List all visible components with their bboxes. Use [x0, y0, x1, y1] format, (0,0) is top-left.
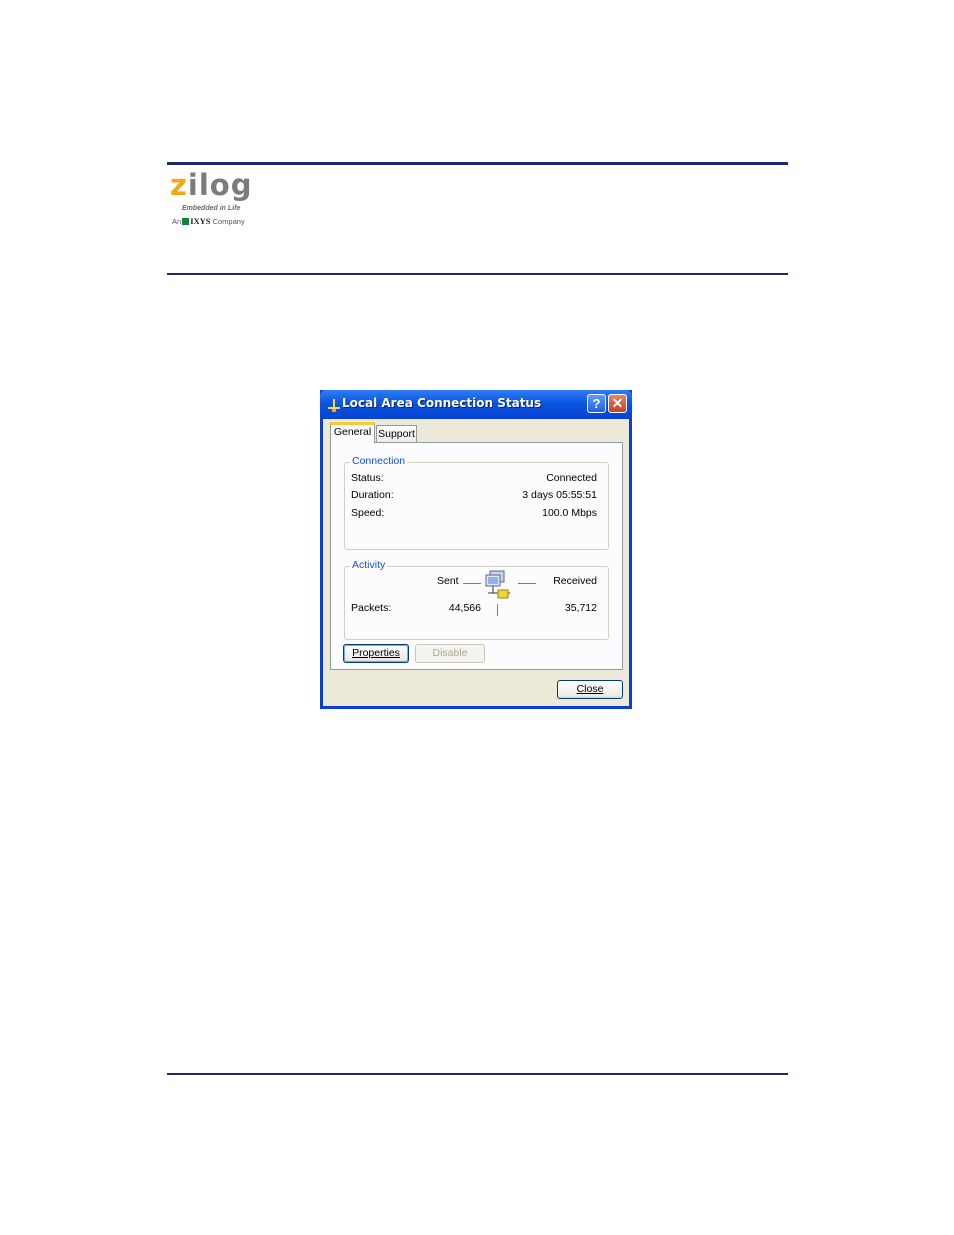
status-label: Status:: [351, 472, 384, 484]
help-icon: ?: [592, 396, 601, 411]
logo-tagline: Embedded in Life: [182, 205, 241, 212]
packets-sent-value: 44,566: [448, 602, 481, 614]
dialog-titlebar[interactable]: Local Area Connection Status ? ✕: [320, 390, 632, 419]
packets-label: Packets:: [351, 602, 392, 614]
connection-group: Connection Status: Connected Duration: 3…: [344, 455, 609, 550]
activity-divider: [497, 604, 498, 616]
help-button[interactable]: ?: [587, 394, 606, 413]
status-value: Connected: [546, 472, 597, 484]
connection-group-title: Connection: [350, 455, 408, 467]
activity-group-title: Activity: [350, 559, 388, 571]
speed-label: Speed:: [351, 507, 385, 519]
speed-value: 100.0 Mbps: [542, 507, 597, 519]
zilog-logo: zilog Embedded in Life An IXYS Company: [170, 168, 260, 230]
logo-wordmark: zilog: [170, 168, 253, 202]
close-button-label: Close: [576, 683, 604, 695]
duration-value: 3 days 05:55:51: [522, 489, 597, 501]
sent-line: [463, 583, 481, 584]
title-close-button[interactable]: ✕: [608, 394, 627, 413]
received-line: [518, 583, 536, 584]
network-icon: [328, 399, 340, 412]
sent-label: Sent: [437, 575, 459, 587]
packets-received-value: 35,712: [564, 602, 597, 614]
general-tab-pane: Connection Status: Connected Duration: 3…: [330, 442, 623, 670]
header-bottom-rule: [167, 273, 788, 275]
close-icon: ✕: [611, 395, 624, 411]
duration-label: Duration:: [351, 489, 394, 501]
close-button[interactable]: Close: [557, 680, 623, 699]
disable-button-label: Disable: [432, 647, 468, 659]
tab-support[interactable]: Support: [376, 425, 417, 443]
header-top-rule: [167, 162, 788, 165]
network-computers-icon: [485, 570, 510, 599]
footer-rule: [167, 1073, 788, 1075]
properties-button[interactable]: Properties: [343, 644, 409, 663]
properties-button-label: Properties: [352, 647, 400, 659]
received-label: Received: [553, 575, 597, 587]
logo-company: An IXYS Company: [172, 216, 245, 226]
disable-button[interactable]: Disable: [415, 644, 485, 663]
activity-group: Activity Sent Received Packets: 44,566 3…: [344, 559, 609, 640]
dialog-title: Local Area Connection Status: [342, 396, 542, 410]
tab-general[interactable]: General: [330, 422, 375, 443]
